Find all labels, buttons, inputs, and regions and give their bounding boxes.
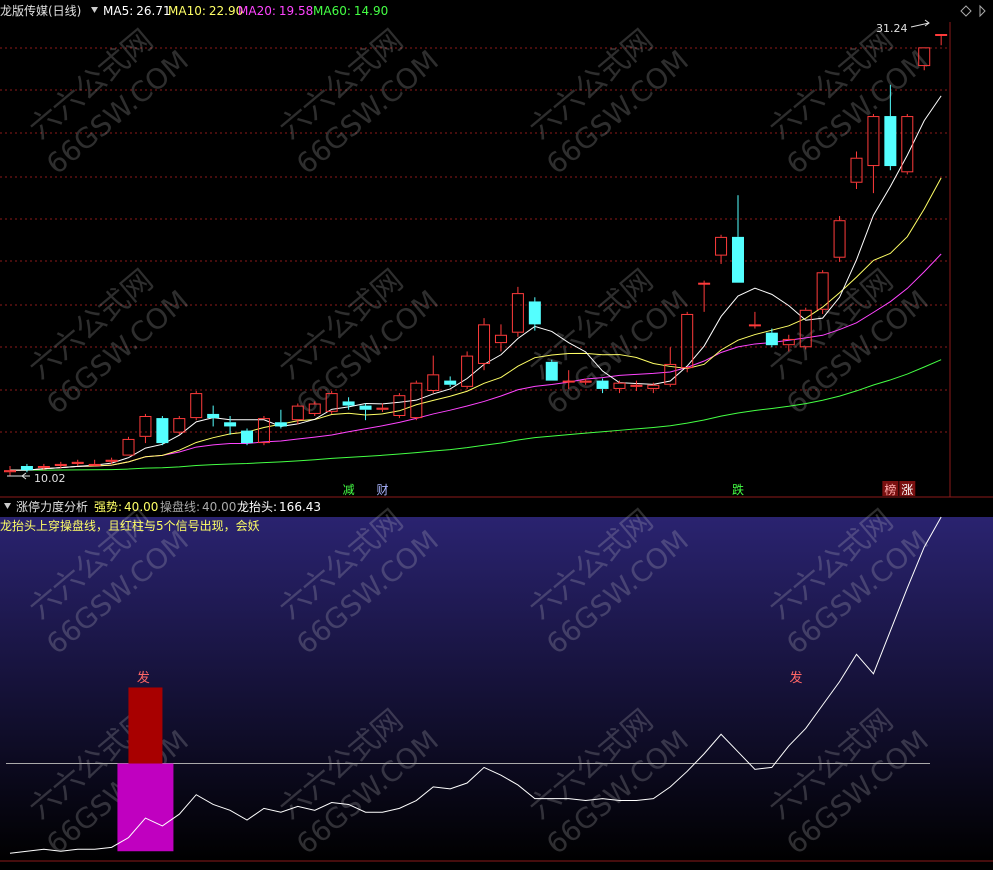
ma5-value: 26.71 — [136, 4, 170, 18]
indicator-name: 涨停力度分析 — [16, 499, 88, 514]
indicator-description: 龙抬头上穿操盘线，且红柱与5个信号出现，会妖 — [0, 518, 260, 533]
ma60-value: 14.90 — [354, 4, 388, 18]
ma60-label: MA60: — [313, 4, 351, 18]
signal-label: 涨 — [901, 482, 913, 497]
operate-value: 40.00 — [202, 500, 236, 514]
candle-body — [562, 380, 575, 383]
candle-body — [444, 380, 457, 385]
candle-body — [274, 422, 287, 427]
candle-body — [224, 422, 237, 427]
candle-body — [935, 34, 948, 36]
indicator-dropdown-icon[interactable] — [4, 503, 11, 509]
svg-text:MA60:14.90: MA60: 14.90 — [313, 4, 388, 18]
signal-label: 跌 — [732, 482, 744, 497]
stock-chart[interactable]: 六六公式网66GSW.COM 六六公式网66GSW.COM 六六公式网66GSW.C… — [0, 0, 993, 870]
strong-label: 强势: — [94, 500, 122, 514]
fa-label: 发 — [137, 670, 150, 686]
signal-label: 财 — [376, 483, 388, 497]
strong-value: 40.00 — [124, 500, 158, 514]
operate-label: 操盘线: — [160, 499, 200, 514]
candle-body — [748, 324, 761, 327]
candle-body — [207, 413, 220, 419]
ma5-label: MA5: — [103, 4, 133, 18]
bar-magenta — [117, 763, 174, 852]
low-label: 10.02 — [34, 472, 66, 485]
candle-body — [342, 401, 355, 406]
candle — [545, 359, 558, 381]
high-label: 31.24 — [876, 22, 908, 35]
fa-label: 发 — [789, 670, 802, 686]
candle-body — [545, 361, 558, 381]
candle-body — [528, 301, 541, 325]
bar-red — [128, 687, 163, 764]
candle-body — [241, 430, 254, 444]
svg-text:龙抬头:166.43: 龙抬头: 166.43 — [237, 500, 321, 514]
svg-text:操盘线:40.00: 操盘线: 40.00 — [160, 499, 236, 514]
candle-body — [698, 282, 711, 285]
signal-label: 榜 — [884, 482, 896, 497]
candle — [156, 416, 169, 446]
svg-text:强势:40.00: 强势: 40.00 — [94, 500, 158, 514]
signal-label: 减 — [343, 483, 355, 497]
stock-title: 龙版传媒(日线) — [0, 3, 81, 18]
candle-body — [884, 116, 897, 167]
candle-body — [88, 463, 101, 466]
dragon-label: 龙抬头: — [237, 500, 277, 514]
ma20-value: 19.58 — [279, 4, 313, 18]
candle — [241, 428, 254, 446]
candle-body — [765, 332, 778, 346]
candle-body — [731, 236, 744, 283]
svg-text:MA20:19.58: MA20: 19.58 — [238, 4, 313, 18]
candle-body — [359, 405, 372, 410]
candle-body — [596, 380, 609, 389]
candle-body — [20, 466, 33, 471]
ma10-label: MA10: — [168, 4, 206, 18]
candle-body — [156, 418, 169, 444]
ma20-label: MA20: — [238, 4, 276, 18]
svg-text:MA5:26.71: MA5: 26.71 — [103, 4, 171, 18]
svg-text:MA10:22.90: MA10: 22.90 — [168, 4, 243, 18]
dragon-value: 166.43 — [279, 500, 321, 514]
